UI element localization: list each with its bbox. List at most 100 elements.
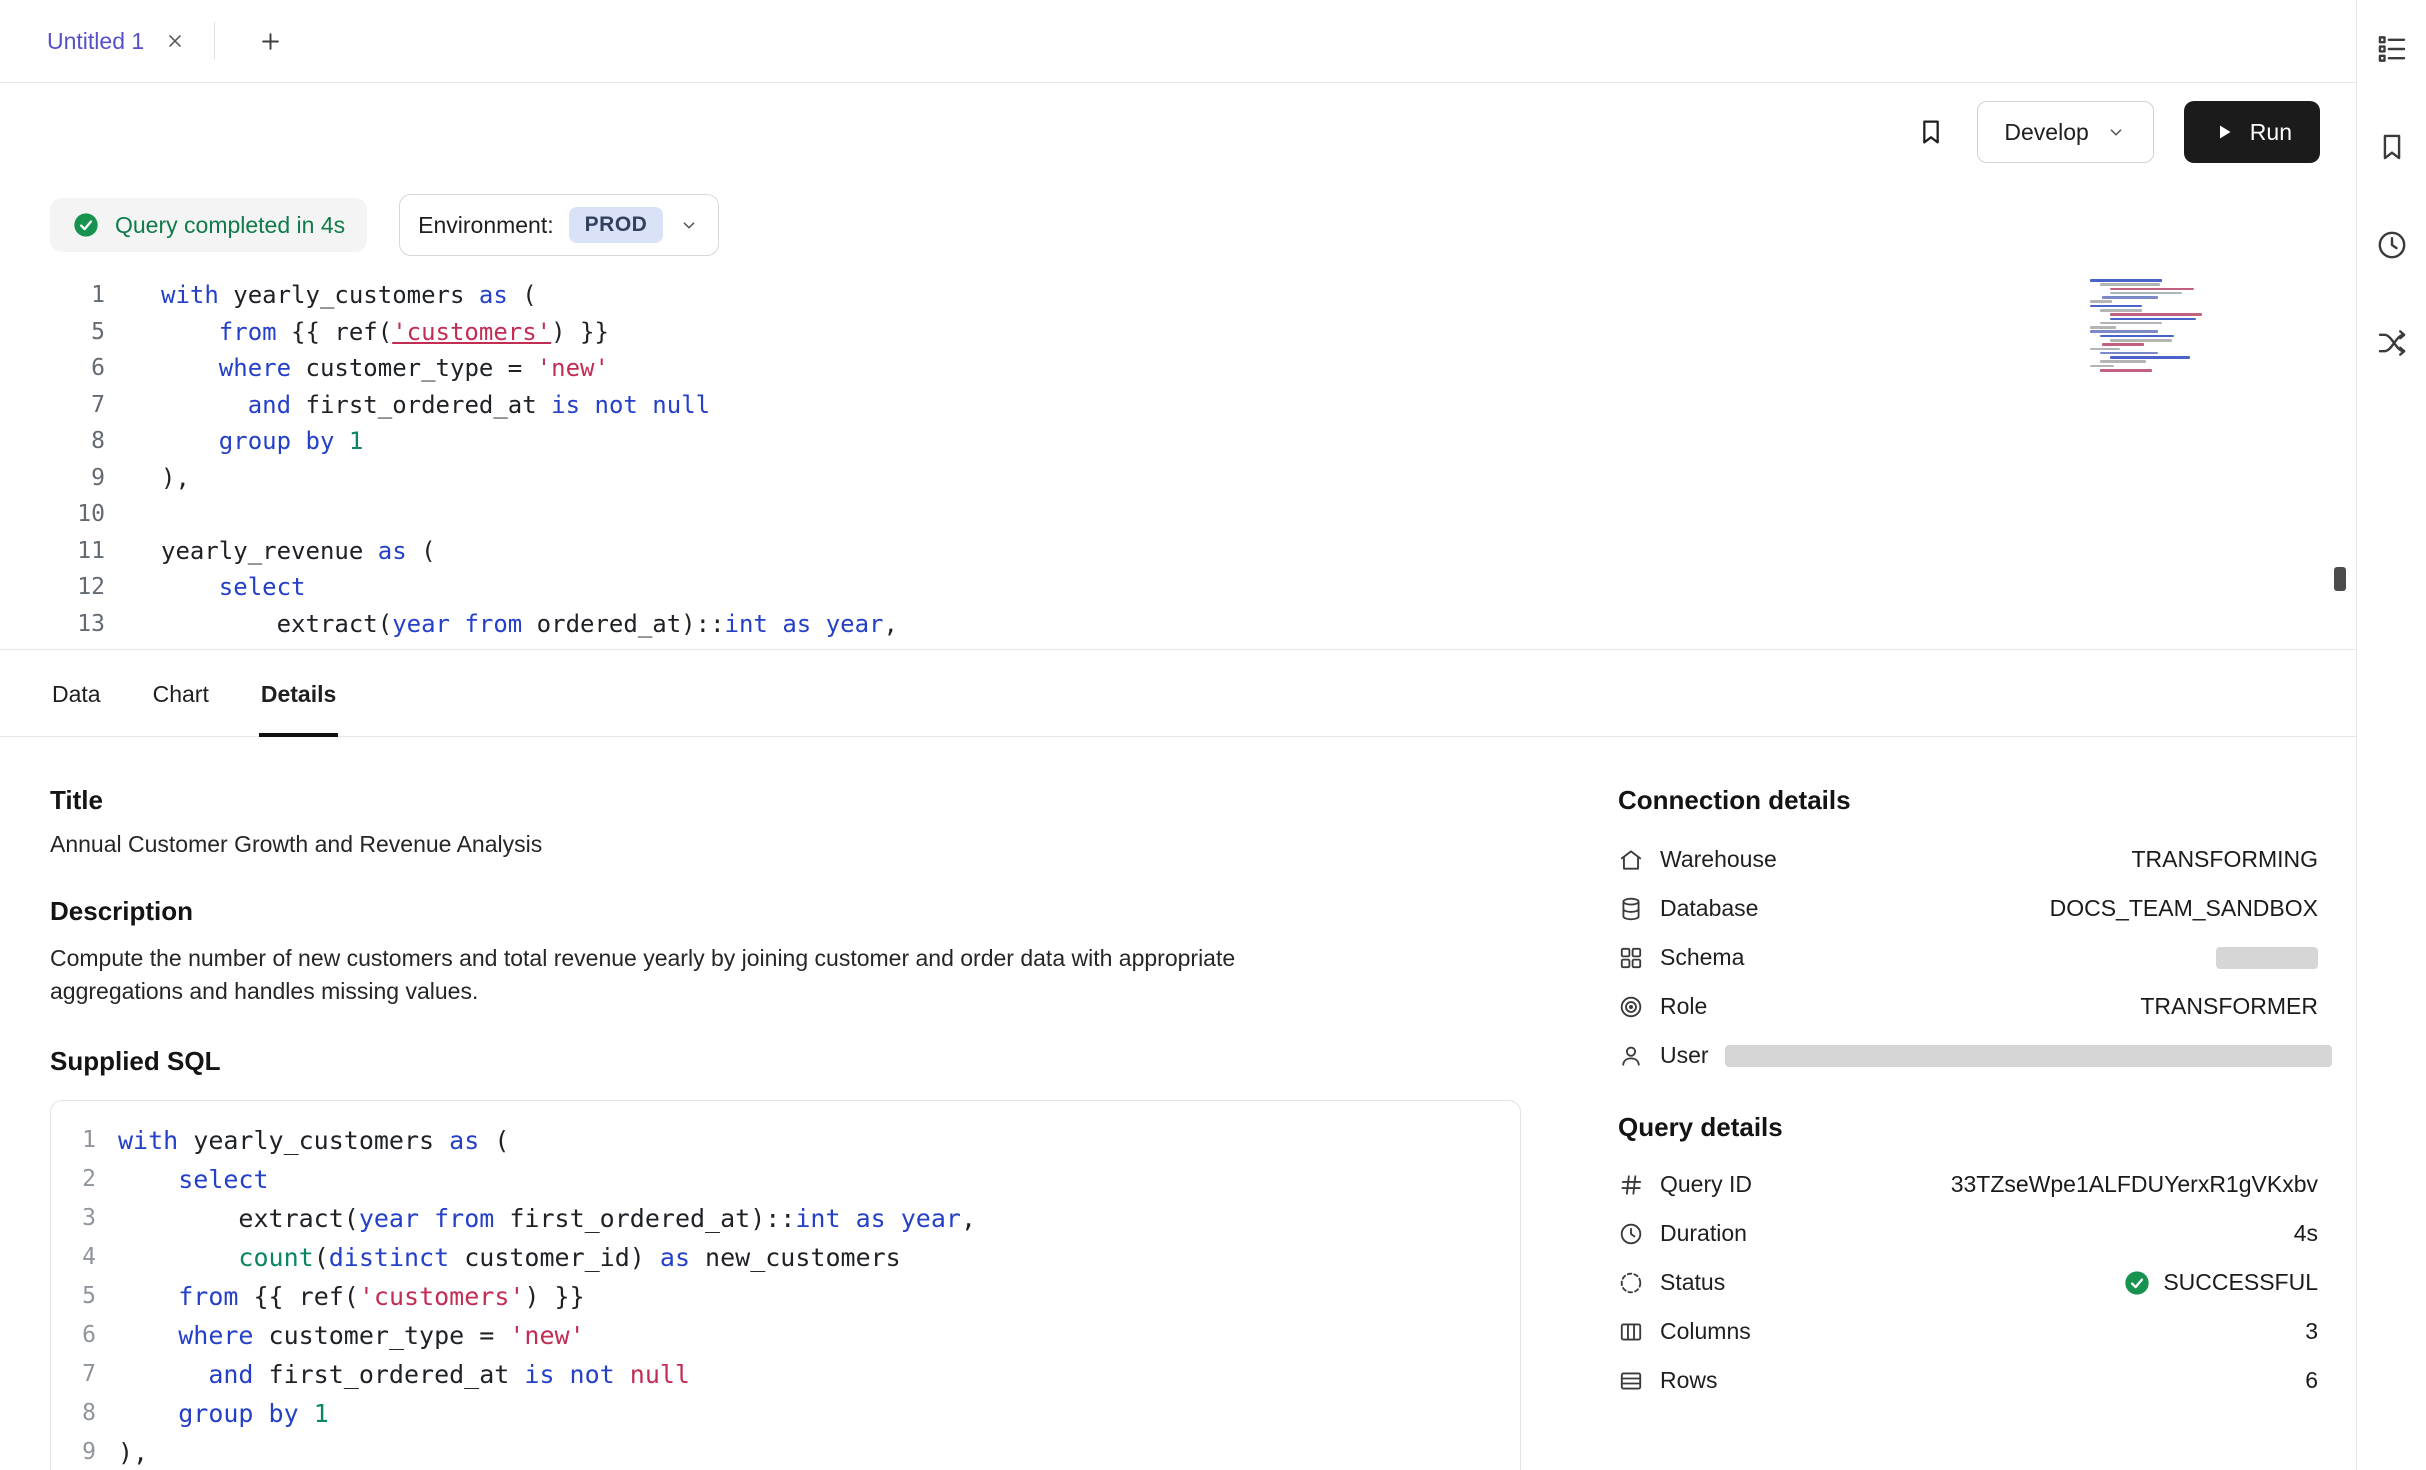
editor-scrollbar[interactable] [2334,567,2346,591]
code-line: 6 where customer_type = 'new' [51,1316,1520,1355]
line-number: 6 [51,1316,96,1355]
code-text: count(distinct customer_id) as new_custo… [118,1238,901,1277]
code-line: 3 extract(year from first_ordered_at)::i… [51,1199,1520,1238]
minimap-line [2110,288,2194,291]
line-number: 6 [0,350,105,387]
supplied-sql-heading: Supplied SQL [50,1046,1521,1076]
environment-badge: PROD [569,207,664,243]
panel-bookmarks[interactable] [2369,124,2415,170]
description-value: Compute the number of new customers and … [50,942,1350,1008]
code-line: 7 and first_ordered_at is not null [0,387,2356,424]
code-text: ), [161,460,190,497]
tab-chart[interactable]: Chart [151,681,211,736]
status-bar: Query completed in 4s Environment: PROD [0,181,2356,269]
minimap-line [2100,322,2162,325]
main-area: Untitled 1 Develop Run Query completed i… [0,0,2356,1470]
line-number: 1 [51,1121,96,1160]
line-number: 2 [51,1160,96,1199]
code-line: 12 select [0,569,2356,606]
minimap-line [2100,335,2174,338]
chevron-down-icon [678,214,700,236]
row-label: Query ID [1660,1171,1752,1198]
chevron-down-icon [2105,121,2127,143]
title-heading: Title [50,785,1521,815]
line-number: 5 [0,314,105,351]
detail-row-columns: Columns3 [1618,1307,2318,1356]
code-text: and first_ordered_at is not null [118,1355,690,1394]
detail-row-duration: Duration4s [1618,1209,2318,1258]
sql-editor[interactable]: 1with yearly_customers as (5 from {{ ref… [0,269,2356,649]
connection-details-rows: WarehouseTRANSFORMING Database DOCS_TEAM_S… [1618,835,2318,1080]
hash-icon [1618,1172,1644,1198]
new-tab-button[interactable] [255,26,285,56]
minimap-line [2100,283,2160,286]
bookmark-icon [2375,130,2409,164]
environment-selector[interactable]: Environment: PROD [399,194,719,256]
row-label: Database [1660,895,1758,922]
right-icon-rail [2356,0,2426,1470]
panel-history[interactable] [2369,222,2415,268]
spinner-icon [1618,1270,1644,1296]
clock-icon [1618,1221,1644,1247]
develop-dropdown[interactable]: Develop [1977,101,2153,163]
code-text: from {{ ref('customers') }} [161,314,609,351]
row-label: Role [1660,993,1707,1020]
code-text: ), [118,1433,148,1470]
panel-lineage[interactable] [2369,320,2415,366]
detail-row-query-id: Query ID 33TZseWpe1ALFDUYerxR1gVKxbv [1618,1160,2318,1209]
line-number: 7 [0,387,105,424]
row-label: Status [1660,1269,1725,1296]
query-status-text: Query completed in 4s [115,212,345,239]
minimap-line [2100,352,2158,355]
code-line: 11yearly_revenue as ( [0,533,2356,570]
panel-file-list[interactable] [2369,26,2415,72]
row-value: DOCS_TEAM_SANDBOX [2050,895,2318,922]
toolbar: Develop Run [0,83,2356,181]
detail-row-rows: Rows6 [1618,1356,2318,1405]
editor-minimap[interactable] [2090,279,2208,373]
code-line: 1with yearly_customers as ( [0,277,2356,314]
row-value: TRANSFORMER [2140,993,2318,1020]
row-value: 33TZseWpe1ALFDUYerxR1gVKxbv [1951,1171,2318,1198]
minimap-line [2100,360,2146,363]
code-line: 5 from {{ ref('customers') }} [0,314,2356,351]
code-text: extract(year from ordered_at)::int as ye… [161,606,898,643]
minimap-line [2090,305,2142,308]
warehouse-icon [1618,847,1644,873]
code-line: 13 extract(year from ordered_at)::int as… [0,606,2356,643]
line-number: 12 [0,569,105,606]
develop-label: Develop [2004,119,2088,146]
tab-close-icon[interactable] [164,30,186,52]
run-button[interactable]: Run [2184,101,2320,163]
detail-row-warehouse: WarehouseTRANSFORMING [1618,835,2318,884]
row-value [1725,1045,2332,1067]
row-value: 4s [2294,1220,2318,1247]
code-line: 1with yearly_customers as ( [51,1121,1520,1160]
row-value: 6 [2305,1367,2318,1394]
tab-details[interactable]: Details [259,681,338,736]
tab-untitled-1[interactable]: Untitled 1 [0,0,214,82]
code-line: 10 [0,496,2356,533]
minimap-line [2090,326,2116,329]
database-icon [1618,896,1644,922]
line-number: 4 [51,1238,96,1277]
connection-details-heading: Connection details [1618,785,2318,815]
minimap-line [2110,339,2172,342]
line-number: 5 [51,1277,96,1316]
editor-lines: 1with yearly_customers as (5 from {{ ref… [0,277,2356,642]
minimap-line [2090,348,2120,351]
code-text: extract(year from first_ordered_at)::int… [118,1199,976,1238]
query-details-heading: Query details [1618,1112,2318,1142]
bookmark-icon[interactable] [1915,116,1947,148]
details-left-column: Title Annual Customer Growth and Revenue… [50,785,1521,1470]
row-label: Columns [1660,1318,1751,1345]
minimap-line [2090,300,2112,303]
detail-row-schema: Schema [1618,933,2318,982]
user-icon [1618,1043,1644,1069]
tab-data[interactable]: Data [50,681,103,736]
run-label: Run [2250,119,2292,146]
code-text: where customer_type = 'new' [161,350,609,387]
details-right-column: Connection details WarehouseTRANSFORMING… [1618,785,2318,1470]
play-icon [2212,120,2236,144]
row-value: TRANSFORMING [2131,846,2318,873]
